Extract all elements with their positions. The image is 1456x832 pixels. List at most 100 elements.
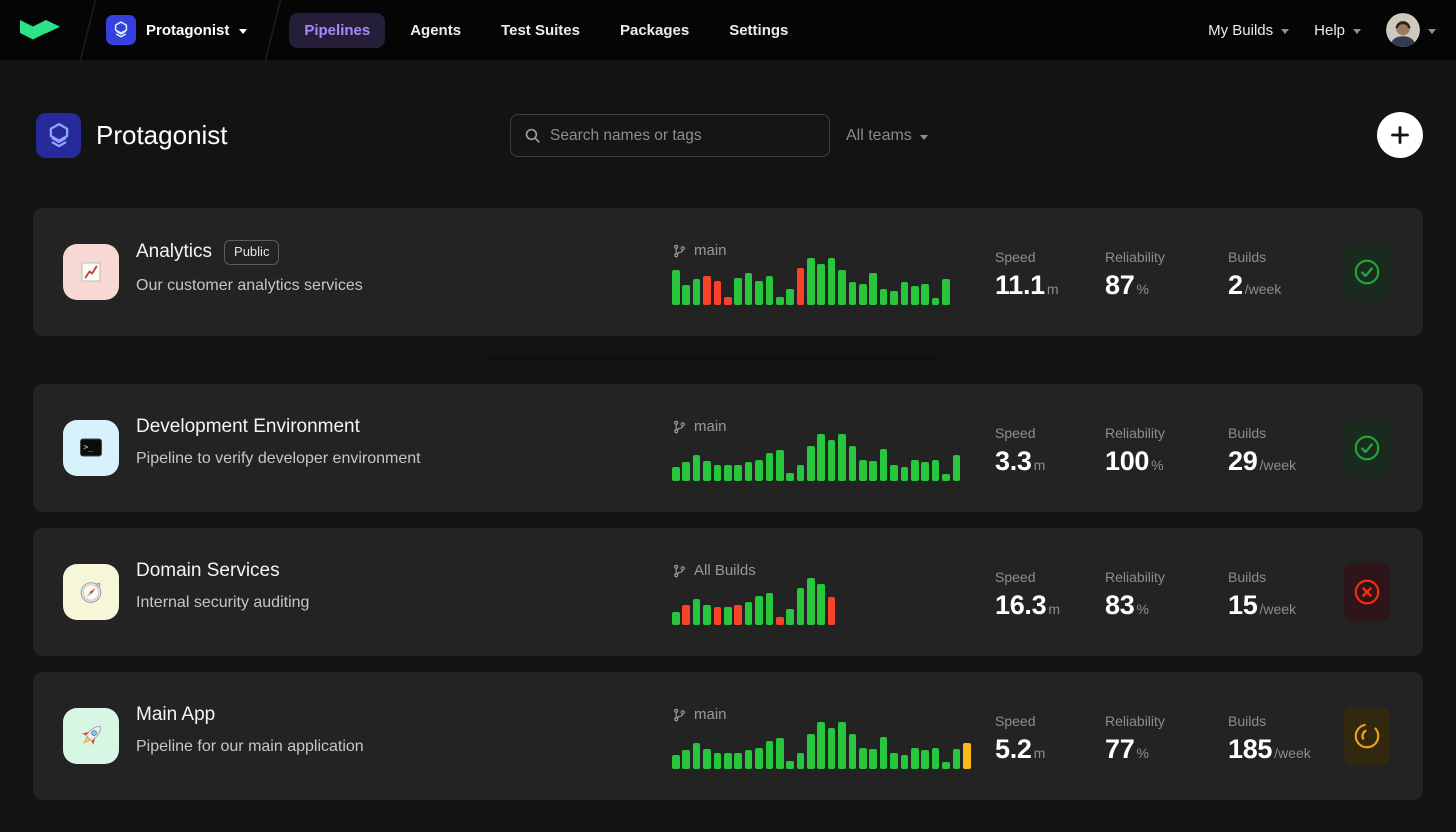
build-bar[interactable] [817, 722, 825, 769]
build-bar[interactable] [828, 258, 836, 305]
pipeline-name[interactable]: Development Environment [136, 416, 360, 438]
buildkite-logo[interactable] [0, 0, 82, 60]
build-bar[interactable] [838, 722, 846, 769]
build-bar[interactable] [880, 289, 888, 305]
branch-filter[interactable]: main [672, 706, 727, 723]
pipeline-name[interactable]: Domain Services [136, 560, 280, 582]
pipeline-name[interactable]: Main App [136, 704, 215, 726]
build-bar[interactable] [672, 270, 680, 305]
build-bar[interactable] [828, 728, 836, 769]
user-menu[interactable] [1386, 13, 1436, 47]
build-bar[interactable] [880, 737, 888, 769]
build-bar[interactable] [942, 762, 950, 769]
pipeline-card[interactable]: Main App Pipeline for our main applicati… [33, 672, 1423, 800]
build-bar[interactable] [817, 434, 825, 481]
build-bar[interactable] [869, 749, 877, 769]
build-bar[interactable] [807, 258, 815, 305]
build-bar[interactable] [963, 743, 971, 769]
build-bar[interactable] [890, 465, 898, 481]
build-bar[interactable] [942, 474, 950, 481]
build-bar[interactable] [745, 602, 753, 625]
build-bar[interactable] [869, 273, 877, 305]
build-bar[interactable] [911, 748, 919, 769]
nav-tab-settings[interactable]: Settings [714, 13, 803, 48]
build-bar[interactable] [953, 455, 961, 481]
build-bar[interactable] [901, 467, 909, 481]
status-badge[interactable] [1344, 563, 1390, 621]
build-bar[interactable] [766, 276, 774, 305]
build-bar[interactable] [682, 462, 690, 481]
build-bar[interactable] [703, 461, 711, 481]
build-bar[interactable] [714, 465, 722, 481]
build-bar[interactable] [776, 617, 784, 625]
build-bar[interactable] [672, 467, 680, 481]
build-bar[interactable] [797, 465, 805, 481]
build-bar[interactable] [703, 605, 711, 625]
build-bar[interactable] [724, 465, 732, 481]
build-bar[interactable] [901, 755, 909, 769]
nav-tab-pipelines[interactable]: Pipelines [289, 13, 385, 48]
build-bar[interactable] [921, 284, 929, 305]
status-badge[interactable] [1344, 419, 1390, 477]
build-bar[interactable] [766, 593, 774, 625]
build-bar[interactable] [672, 755, 680, 769]
branch-filter[interactable]: main [672, 242, 727, 259]
my-builds-menu[interactable]: My Builds [1208, 22, 1289, 39]
build-bar[interactable] [786, 473, 794, 481]
build-bar[interactable] [932, 748, 940, 769]
build-bar[interactable] [755, 281, 763, 305]
nav-tab-agents[interactable]: Agents [395, 13, 476, 48]
build-bar[interactable] [755, 460, 763, 481]
build-bar[interactable] [942, 279, 950, 305]
status-badge[interactable] [1344, 243, 1390, 301]
build-bar[interactable] [724, 607, 732, 625]
search-input[interactable] [550, 127, 816, 145]
build-bar[interactable] [776, 450, 784, 481]
branch-filter[interactable]: All Builds [672, 562, 756, 579]
build-bar[interactable] [703, 749, 711, 769]
build-bar[interactable] [745, 462, 753, 481]
build-bar[interactable] [921, 462, 929, 481]
build-bar[interactable] [880, 449, 888, 481]
build-bar[interactable] [755, 748, 763, 769]
build-bar[interactable] [807, 734, 815, 769]
build-bar[interactable] [724, 297, 732, 305]
pipeline-card[interactable]: Domain Services Internal security auditi… [33, 528, 1423, 656]
build-bar[interactable] [797, 588, 805, 625]
build-bar[interactable] [828, 440, 836, 481]
build-bar[interactable] [859, 460, 867, 481]
build-bar[interactable] [734, 753, 742, 769]
build-bar[interactable] [703, 276, 711, 305]
build-bar[interactable] [786, 761, 794, 769]
build-bar[interactable] [734, 465, 742, 481]
pipeline-card[interactable]: Analytics Public Our customer analytics … [33, 208, 1423, 336]
build-bar[interactable] [714, 753, 722, 769]
nav-tab-test-suites[interactable]: Test Suites [486, 13, 595, 48]
build-bar[interactable] [714, 281, 722, 305]
org-switcher[interactable]: Protagonist [94, 15, 267, 45]
build-bar[interactable] [890, 291, 898, 305]
help-menu[interactable]: Help [1314, 22, 1361, 39]
build-bar[interactable] [786, 289, 794, 305]
build-bar[interactable] [807, 578, 815, 625]
build-bar[interactable] [911, 286, 919, 305]
build-bar[interactable] [682, 605, 690, 625]
build-bar[interactable] [745, 750, 753, 769]
build-bar[interactable] [724, 753, 732, 769]
build-bar[interactable] [932, 460, 940, 481]
build-bar[interactable] [766, 453, 774, 481]
build-bar[interactable] [797, 268, 805, 305]
build-bar[interactable] [817, 264, 825, 305]
teams-filter[interactable]: All teams [846, 113, 928, 159]
branch-filter[interactable]: main [672, 418, 727, 435]
build-bar[interactable] [890, 753, 898, 769]
build-bar[interactable] [693, 599, 701, 625]
build-bar[interactable] [828, 597, 836, 625]
build-bar[interactable] [786, 609, 794, 625]
build-bar[interactable] [776, 738, 784, 769]
build-bar[interactable] [859, 284, 867, 305]
build-bar[interactable] [734, 605, 742, 625]
build-bar[interactable] [849, 734, 857, 769]
build-bar[interactable] [869, 461, 877, 481]
build-bar[interactable] [797, 753, 805, 769]
